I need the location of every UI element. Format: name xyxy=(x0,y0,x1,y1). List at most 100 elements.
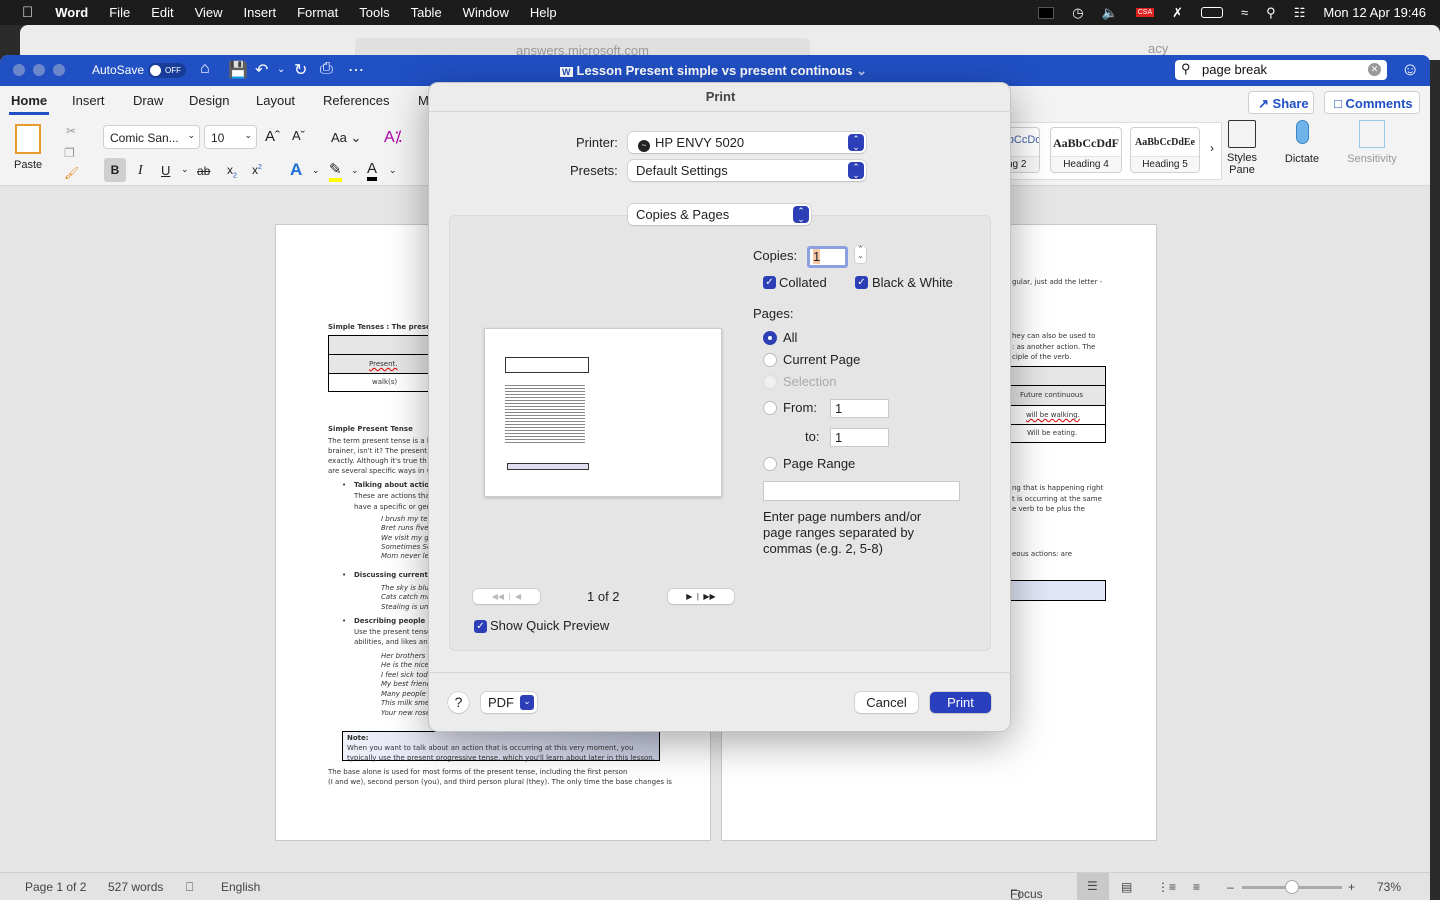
bluetooth-icon[interactable]: ✗ xyxy=(1172,5,1183,21)
dictate-button[interactable]: Dictate xyxy=(1280,120,1324,165)
share-button[interactable]: ↗ Share xyxy=(1248,91,1314,114)
subscript-button[interactable]: x2 xyxy=(227,163,237,179)
menu-file[interactable]: File xyxy=(109,5,130,20)
printer-select[interactable]: ~ HP ENVY 5020 ⌃ ⌄ xyxy=(628,132,866,153)
zoom-slider-thumb[interactable] xyxy=(1285,880,1299,894)
browser-tab-fragment[interactable]: acy xyxy=(1148,41,1168,56)
print-layout-view-button[interactable]: ☰ xyxy=(1077,873,1109,900)
format-painter-icon[interactable]: 🖌 xyxy=(64,166,79,180)
show-quick-preview-checkbox[interactable]: ✓ xyxy=(474,620,487,633)
outline-view-icon[interactable]: ⋮≡ xyxy=(1157,880,1176,894)
comments-button[interactable]: □ Comments xyxy=(1324,91,1420,114)
menu-table[interactable]: Table xyxy=(411,5,442,20)
draft-view-icon[interactable]: ≡ xyxy=(1193,880,1200,894)
menu-help[interactable]: Help xyxy=(530,5,557,20)
cancel-button[interactable]: Cancel xyxy=(855,692,918,713)
italic-button[interactable]: I xyxy=(138,163,143,179)
from-page-input[interactable]: 1 xyxy=(830,399,889,418)
smiley-feedback-icon[interactable]: ☺ xyxy=(1401,59,1419,80)
tab-layout[interactable]: Layout xyxy=(256,93,295,108)
print-icon[interactable]: ⎙ xyxy=(320,60,333,78)
page-range-input[interactable] xyxy=(763,481,960,501)
font-size-dropdown[interactable]: 10 ⌄ xyxy=(204,125,257,149)
document-title[interactable]: W Lesson Present simple vs present contin… xyxy=(560,63,867,79)
copies-input[interactable]: 1 xyxy=(807,246,848,268)
presets-select[interactable]: Default Settings ⌃ ⌄ xyxy=(628,160,866,181)
tab-home[interactable]: Home xyxy=(11,93,47,108)
wifi-icon[interactable]: ≈ xyxy=(1241,5,1248,20)
chevron-down-icon[interactable]: ⌄ xyxy=(312,165,320,176)
language[interactable]: English xyxy=(221,880,260,894)
clear-search-icon[interactable]: ✕ xyxy=(1368,63,1381,76)
black-white-checkbox[interactable]: ✓ xyxy=(855,276,868,289)
increase-font-icon[interactable]: Aˆ xyxy=(265,128,280,145)
chevron-down-icon[interactable]: ⌄ xyxy=(351,165,359,176)
redo-icon[interactable]: ↻ xyxy=(294,60,307,80)
pages-from-radio[interactable] xyxy=(763,401,777,415)
strikethrough-button[interactable]: ab xyxy=(197,164,210,178)
control-center-icon[interactable]: ☷ xyxy=(1294,5,1306,21)
copy-icon[interactable]: ❐ xyxy=(64,146,75,160)
decrease-font-icon[interactable]: Aˇ xyxy=(292,128,305,143)
copies-stepper[interactable]: ⌃ ⌄ xyxy=(855,246,866,263)
web-layout-icon[interactable]: ▤ xyxy=(1121,880,1132,894)
styles-more-chevron-icon[interactable]: › xyxy=(1210,141,1214,155)
print-button[interactable]: Print xyxy=(930,692,991,713)
battery-app-icon[interactable] xyxy=(1038,6,1055,19)
proofing-icon[interactable]: ⎕ xyxy=(186,880,193,895)
minimize-window-button[interactable] xyxy=(33,64,45,76)
csa-icon[interactable]: CSA xyxy=(1135,8,1155,17)
home-icon[interactable]: ⌂ xyxy=(200,60,210,78)
zoom-slider[interactable] xyxy=(1242,880,1342,894)
apple-icon[interactable]:  xyxy=(22,4,33,21)
underline-button[interactable]: U xyxy=(161,163,170,178)
clear-formatting-icon[interactable]: A⁒ xyxy=(384,127,402,147)
zoom-level[interactable]: 73% xyxy=(1377,880,1401,894)
to-page-input[interactable]: 1 xyxy=(830,428,889,447)
menu-format[interactable]: Format xyxy=(297,5,338,20)
text-effects-icon[interactable]: A xyxy=(290,160,302,180)
first-previous-page-buttons[interactable]: ◀◀ | ◀ xyxy=(473,589,540,604)
undo-icon[interactable]: ↶ xyxy=(255,60,268,80)
chevron-down-icon[interactable]: ⌄ xyxy=(389,165,397,176)
font-name-dropdown[interactable]: Comic San... ⌄ xyxy=(103,125,200,149)
battery-icon[interactable] xyxy=(1201,7,1224,18)
more-icon[interactable]: ⋯ xyxy=(348,60,364,80)
style-heading-2[interactable]: AaBbCcDdEeng 2 xyxy=(1006,127,1040,173)
undo-dropdown-icon[interactable]: ⌄ xyxy=(277,64,285,75)
time-machine-icon[interactable]: ◷ xyxy=(1072,5,1083,21)
sensitivity-button[interactable]: Sensitivity xyxy=(1344,120,1400,165)
underline-dropdown-icon[interactable]: ⌄ xyxy=(181,164,189,175)
menu-window[interactable]: Window xyxy=(463,5,509,20)
volume-icon[interactable]: 🔈 xyxy=(1102,5,1118,21)
highlight-icon[interactable]: ✎ xyxy=(329,160,342,182)
zoom-in-button[interactable]: + xyxy=(1348,880,1355,894)
search-input[interactable]: ⚲ page break ✕ xyxy=(1175,60,1387,80)
close-window-button[interactable] xyxy=(13,64,25,76)
tab-draw[interactable]: Draw xyxy=(133,93,163,108)
tab-references[interactable]: References xyxy=(323,93,389,108)
cut-icon[interactable]: ✂ xyxy=(66,124,76,138)
pages-selection-radio[interactable] xyxy=(763,375,777,389)
style-heading-4[interactable]: AaBbCcDdF Heading 4 xyxy=(1050,127,1122,173)
collated-checkbox[interactable]: ✓ xyxy=(763,276,776,289)
spotlight-icon[interactable]: ⚲ xyxy=(1266,5,1276,21)
superscript-button[interactable]: x2 xyxy=(252,163,262,177)
font-color-icon[interactable]: A xyxy=(367,160,378,181)
zoom-out-button[interactable]: – xyxy=(1227,880,1234,894)
pages-all-radio[interactable] xyxy=(763,331,777,345)
page-range-radio[interactable] xyxy=(763,457,777,471)
tab-insert[interactable]: Insert xyxy=(72,93,105,108)
tab-design[interactable]: Design xyxy=(189,93,229,108)
help-button[interactable]: ? xyxy=(448,692,469,713)
styles-pane-button[interactable]: Styles Pane xyxy=(1226,120,1258,176)
menu-tools[interactable]: Tools xyxy=(359,5,389,20)
menu-edit[interactable]: Edit xyxy=(151,5,173,20)
menu-insert[interactable]: Insert xyxy=(244,5,277,20)
bold-button[interactable]: B xyxy=(104,158,126,182)
save-icon[interactable]: 💾 xyxy=(228,60,248,80)
pdf-menu-button[interactable]: PDF ⌄ xyxy=(481,692,537,713)
page-count[interactable]: Page 1 of 2 xyxy=(25,880,86,894)
clock[interactable]: Mon 12 Apr 19:46 xyxy=(1323,5,1426,20)
next-last-page-buttons[interactable]: ▶ | ▶▶ xyxy=(668,589,734,604)
